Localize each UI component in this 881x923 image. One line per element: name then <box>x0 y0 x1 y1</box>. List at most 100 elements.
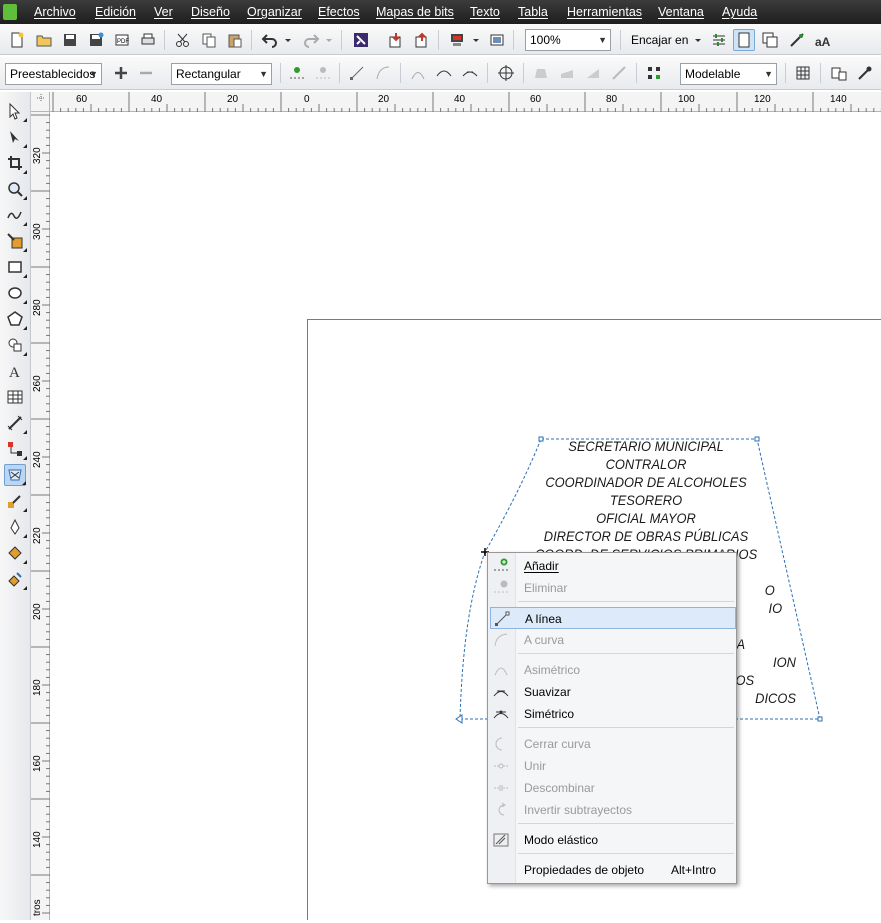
menu-organizar[interactable]: Organizar <box>247 5 302 19</box>
zoom-tool-icon[interactable] <box>4 178 27 200</box>
curve-smoothness-select[interactable]: Modelable ▼ <box>680 63 777 85</box>
export-icon[interactable] <box>411 29 433 51</box>
bring-front-icon[interactable] <box>759 29 781 51</box>
rotate-nodes-icon[interactable] <box>608 62 630 84</box>
text-case-icon[interactable]: aA <box>812 29 834 51</box>
menu-item-to-curve[interactable]: A curva <box>490 629 736 651</box>
snap-dropdown-icon[interactable] <box>692 29 704 51</box>
menu-item-delete[interactable]: Eliminar <box>490 577 736 599</box>
rectangle-tool-icon[interactable] <box>4 256 27 278</box>
ellipse-tool-icon[interactable] <box>4 282 27 304</box>
menu-item-reverse-subpaths[interactable]: Invertir subtrayectos <box>490 799 736 821</box>
launcher-dropdown-icon[interactable] <box>470 29 482 51</box>
redo-dropdown-icon[interactable] <box>323 29 335 51</box>
save-as-icon[interactable] <box>85 29 107 51</box>
menu-ventana[interactable]: Ventana <box>658 5 704 19</box>
ruler-origin[interactable] <box>31 92 50 112</box>
delete-node-icon[interactable] <box>312 62 334 84</box>
snap-to-label[interactable]: Encajar en <box>631 33 688 47</box>
text-tool-icon[interactable]: A <box>4 360 26 382</box>
convert-to-curve-icon[interactable] <box>433 62 455 84</box>
envelope-node[interactable] <box>455 714 463 724</box>
join-nodes-icon[interactable] <box>346 62 368 84</box>
break-curve-icon[interactable] <box>372 62 394 84</box>
node-context-menu: Añadir Eliminar A línea A curva Asimétri… <box>487 552 737 884</box>
freehand-tool-icon[interactable] <box>4 204 27 226</box>
basic-shapes-tool-icon[interactable] <box>4 334 27 356</box>
new-document-icon[interactable] <box>6 29 28 51</box>
polygon-tool-icon[interactable] <box>4 308 27 330</box>
page-icon[interactable] <box>733 29 755 51</box>
publish-pdf-icon[interactable]: PDF <box>111 29 133 51</box>
envelope-node[interactable] <box>817 716 823 722</box>
print-icon[interactable] <box>137 29 159 51</box>
dimension-tool-icon[interactable] <box>4 412 27 434</box>
cusp-node-icon[interactable] <box>459 62 481 84</box>
connector-tool-icon[interactable] <box>4 438 27 460</box>
interactive-envelope-tool-icon[interactable] <box>4 464 26 486</box>
menu-texto[interactable]: Texto <box>470 5 500 19</box>
menu-item-to-line[interactable]: A línea <box>490 607 736 629</box>
undo-icon[interactable] <box>259 29 281 51</box>
open-icon[interactable] <box>33 29 55 51</box>
menu-diseno[interactable]: Diseño <box>191 5 230 19</box>
menu-ayuda[interactable]: Ayuda <box>722 5 757 19</box>
menu-tabla[interactable]: Tabla <box>518 5 548 19</box>
options-icon[interactable] <box>708 29 730 51</box>
interactive-fill-tool-icon[interactable] <box>4 568 27 590</box>
menu-ver[interactable]: Ver <box>154 5 173 19</box>
extend-curve-icon[interactable] <box>530 62 552 84</box>
zoom-level-select[interactable]: 100% ▼ <box>525 29 611 51</box>
menu-efectos[interactable]: Efectos <box>318 5 360 19</box>
dynamic-guides-icon[interactable] <box>786 29 808 51</box>
outline-pen-tool-icon[interactable] <box>4 516 27 538</box>
menu-item-cusp[interactable]: Asimétrico <box>490 659 736 681</box>
smooth-node-icon[interactable] <box>495 62 517 84</box>
menu-archivo[interactable]: Archivo <box>34 5 76 19</box>
drawing-canvas[interactable]: SECRETARIO MUNICIPAL CONTRALOR COORDINAD… <box>51 113 881 920</box>
remove-preset-icon[interactable] <box>135 62 157 84</box>
menu-item-elastic-mode[interactable]: Modo elástico <box>490 829 736 851</box>
convert-to-line-icon[interactable] <box>407 62 429 84</box>
table-tool-icon[interactable] <box>4 386 26 408</box>
select-all-nodes-icon[interactable] <box>643 62 665 84</box>
menu-item-add[interactable]: Añadir <box>490 555 736 577</box>
application-launcher-icon[interactable] <box>446 29 468 51</box>
cusp-node-icon <box>492 661 510 679</box>
horizontal-ruler[interactable]: 60 40 20 0 20 40 60 80 100 120 140 <box>50 92 881 112</box>
stretch-nodes-icon[interactable] <box>582 62 604 84</box>
smart-fill-tool-icon[interactable] <box>4 230 27 252</box>
node-properties-icon[interactable] <box>828 62 850 84</box>
vertical-ruler[interactable]: 320 300 280 260 240 220 200 180 160 140 … <box>31 112 50 922</box>
menu-item-symmetric[interactable]: Simétrico <box>490 703 736 725</box>
menu-item-break-apart[interactable]: Descombinar <box>490 777 736 799</box>
menu-herramientas[interactable]: Herramientas <box>567 5 642 19</box>
add-node-icon[interactable] <box>286 62 308 84</box>
menu-edicion[interactable]: Edición <box>95 5 136 19</box>
menu-item-smooth[interactable]: Suavizar <box>490 681 736 703</box>
crop-tool-icon[interactable] <box>4 152 27 174</box>
shape-tool-icon[interactable] <box>4 126 27 148</box>
menu-item-join[interactable]: Unir <box>490 755 736 777</box>
undo-dropdown-icon[interactable] <box>282 29 294 51</box>
welcome-screen-icon[interactable] <box>486 29 508 51</box>
redo-icon[interactable] <box>300 29 322 51</box>
selection-mode-select[interactable]: Rectangular ▼ <box>171 63 272 85</box>
reduce-nodes-icon[interactable] <box>792 62 814 84</box>
presets-select[interactable]: Preestablecidos ▼ <box>5 63 102 85</box>
pick-tool-icon[interactable] <box>4 100 27 122</box>
import-icon[interactable] <box>385 29 407 51</box>
fill-tool-icon[interactable] <box>4 542 27 564</box>
menu-mapas-de-bits[interactable]: Mapas de bits <box>376 5 454 19</box>
copy-icon[interactable] <box>198 29 220 51</box>
cut-icon[interactable] <box>172 29 194 51</box>
save-icon[interactable] <box>59 29 81 51</box>
eyedropper-icon[interactable] <box>854 62 876 84</box>
menu-item-close-curve[interactable]: Cerrar curva <box>490 733 736 755</box>
paste-icon[interactable] <box>224 29 246 51</box>
search-content-icon[interactable] <box>350 29 372 51</box>
extract-subpath-icon[interactable] <box>556 62 578 84</box>
eyedropper-tool-icon[interactable] <box>4 490 27 512</box>
add-preset-icon[interactable] <box>110 62 132 84</box>
menu-item-object-properties[interactable]: Propiedades de objeto Alt+Intro <box>490 859 736 881</box>
